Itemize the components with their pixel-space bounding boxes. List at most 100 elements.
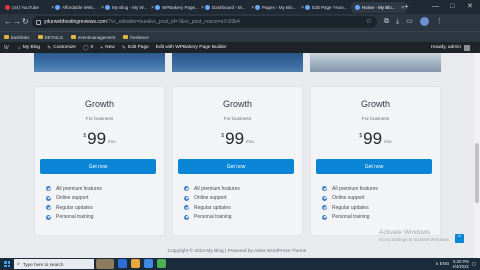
taskbar-clock[interactable]: 5:20 PM 4/4/2024 [452,259,468,269]
search-highlight-image[interactable] [96,259,114,269]
edge-icon[interactable] [144,259,153,268]
pencil-icon: ✎ [121,44,126,51]
feature-list: All premium features Online support Regu… [322,184,378,222]
get-now-button[interactable]: Get now [178,159,294,174]
menu-icon[interactable]: ⋮ [436,17,443,27]
feature-list: All premium features Online support Regu… [46,184,102,222]
bookmark-star-icon[interactable]: ☆ [366,17,372,25]
get-now-button[interactable]: Get now [40,159,156,174]
scrollbar-thumb[interactable] [475,143,479,203]
wp-admin-bar: W ⌂ My Blog ✎ Customize ◯ 0 + New ✎ Edit Page… [0,42,480,53]
wordpress-icon [305,5,310,10]
check-icon [184,186,189,192]
site-icon [355,5,360,10]
url-host: ydurwebhostingreviews.com [44,19,107,25]
home-icon: ⌂ [17,44,21,51]
bookmark-item[interactable]: DETAILS [37,35,63,40]
close-window-button[interactable]: ✕ [467,2,473,12]
file-explorer-icon[interactable] [131,259,140,268]
browser-tab[interactable]: Affordable Web... × [52,2,106,13]
browser-tab-bar: (44) YouTube × Affordable Web... × My Blog… [0,0,480,14]
get-now-button[interactable]: Get now [316,159,432,174]
windows-taskbar: ⌕ Type here to search ∧ ENG 5:20 PM 4/4/… [0,258,480,270]
downloads-icon[interactable]: ⤓ [396,17,399,27]
plan-title: Growth [84,99,114,109]
toolbar-icons: ⧉ ⤓ ▭ ⋮ [384,17,443,27]
bookmarks-bar: backlinks DETAILS eventmanagement freela… [0,31,480,42]
wp-logo-menu[interactable]: W [4,45,11,51]
windows-start-icon[interactable] [4,261,10,267]
check-icon [46,214,51,220]
check-icon [184,214,189,220]
check-icon [46,205,51,211]
chrome-icon[interactable] [157,259,166,268]
system-tray: ∧ ENG 5:20 PM 4/4/2024 ▢ [435,259,476,269]
browser-tab[interactable]: Edit Page “Hom...× [302,2,356,13]
taskbar-search-input[interactable]: ⌕ Type here to search [14,259,94,269]
check-icon [322,205,327,211]
wp-customize[interactable]: ✎ Customize [47,45,76,51]
plan-subtitle: For business [361,117,390,122]
wp-account-menu[interactable]: Howdy, admin [431,42,470,53]
bookmark-item[interactable]: eventmanagement [70,35,115,40]
list-item: Personal training [322,213,378,223]
list-item: All premium features [46,184,102,194]
profile-avatar-icon[interactable] [419,17,429,26]
browser-tab[interactable]: Pages ‹ My Blo... × [252,2,306,13]
browser-tab[interactable]: (44) YouTube × [2,2,56,13]
page-content: Growth For business $ 99 /mo Get now All… [0,53,474,258]
scroll-to-top-button[interactable]: ^ [455,234,464,243]
list-item: Personal training [46,213,102,223]
check-icon [322,195,327,201]
check-icon [322,214,327,220]
forward-icon[interactable]: → [13,17,21,27]
browser-tab[interactable]: My Blog - My W... × [102,2,156,13]
notification-icon[interactable]: ▢ [472,261,476,267]
bookmark-item[interactable]: backlinks [4,35,30,40]
minimize-button[interactable]: — [432,2,439,12]
plan-price: $ 99 /mo [221,129,254,148]
taskbar-apps [118,259,166,268]
wp-edit-with-wpbakery[interactable]: Edit with WPBakery Page Builder [156,45,227,50]
reload-icon[interactable]: ↻ [22,17,29,27]
wordpress-icon [255,5,260,10]
folder-icon [37,35,43,39]
bookmark-item[interactable]: freelance [123,35,149,40]
list-item: Personal training [184,213,240,223]
list-item: All premium features [322,184,378,194]
extensions-icon[interactable]: ⧉ [384,17,389,27]
wpbakery-icon [155,5,160,10]
browser-tab[interactable]: WPBakery Page... × [152,2,206,13]
wp-new[interactable]: + New [100,45,115,51]
address-bar[interactable]: ydurwebhostingreviews.com /?vc_editable=… [32,16,377,28]
folder-icon [123,35,129,39]
site-icon [55,5,60,10]
wordpress-logo-icon: W [4,44,9,51]
check-icon [184,205,189,211]
card-image [34,53,165,72]
check-icon [46,195,51,201]
page-scrollbar[interactable] [474,53,480,258]
card-image [172,53,303,72]
browser-tab[interactable]: Dashboard ‹ M... × [202,2,256,13]
plan-subtitle: For business [223,117,252,122]
sidebar-icon[interactable]: ▭ [406,17,413,27]
list-item: All premium features [184,184,240,194]
new-tab-button[interactable]: + [404,2,409,12]
task-view-icon[interactable] [118,259,127,268]
pricing-card: Growth For business $ 99 /mo Get now All… [172,86,303,236]
wp-site-name[interactable]: ⌂ My Blog [18,45,40,51]
browser-tab-active[interactable]: Home - My Blo... × [352,2,406,13]
comment-icon: ◯ [82,44,89,51]
feature-list: All premium features Online support Regu… [184,184,240,222]
maximize-button[interactable]: □ [450,2,454,12]
list-item: Online support [184,194,240,204]
card-image [310,53,441,72]
wp-edit-page[interactable]: ✎ Edit Page [122,45,149,51]
plan-price: $ 99 /mo [83,129,116,148]
wp-comments[interactable]: ◯ 0 [83,45,93,51]
list-item: Regular updates [322,203,378,213]
plus-icon: + [100,44,104,51]
wordpress-icon [205,5,210,10]
back-icon[interactable]: ← [4,17,12,27]
